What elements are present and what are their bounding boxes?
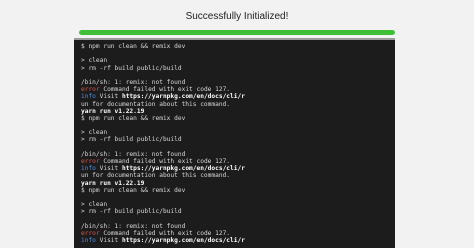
terminal-line: $ npm run clean && remix dev <box>81 43 186 50</box>
terminal-line: > clean <box>81 201 108 209</box>
terminal-line: un for documentation about this command. <box>81 172 231 180</box>
page-title: Successfully Initialized! <box>185 11 289 22</box>
terminal-line: > clean <box>81 129 108 137</box>
docs-link[interactable]: https://yarnpkg.com/en/docs/cli/r <box>122 237 245 244</box>
info-tag: info <box>81 93 96 101</box>
info-tag: info <box>81 237 96 245</box>
terminal-line: yarn run v1.22.19 <box>81 179 145 187</box>
terminal-line: info Visit https://yarnpkg.com/en/docs/c… <box>81 93 388 100</box>
terminal-line: > rm -rf build public/build <box>81 64 182 72</box>
progress-bar <box>79 30 395 35</box>
terminal-line: un for documentation about this command. <box>81 100 231 108</box>
terminal-line: $ npm run clean && remix dev <box>81 186 186 194</box>
line-message: Visit <box>95 237 122 245</box>
progress-bar-fill <box>79 30 395 35</box>
terminal-line: /bin/sh: 1: remix: not found <box>81 222 186 230</box>
line-message: Visit <box>95 165 122 173</box>
terminal-line: info Visit https://yarnpkg.com/en/docs/c… <box>81 237 388 244</box>
terminal-line: > rm -rf build public/build <box>81 136 182 144</box>
error-tag: error <box>81 158 100 165</box>
line-message: Command failed with exit code 127. <box>99 229 231 237</box>
terminal-line: error Command failed with exit code 127. <box>81 230 388 237</box>
terminal-line: > rm -rf build public/build <box>81 208 182 216</box>
error-tag: error <box>81 229 100 237</box>
docs-link[interactable]: https://yarnpkg.com/en/docs/cli/r <box>122 165 245 172</box>
info-tag: info <box>81 165 96 173</box>
line-message: Visit <box>95 93 122 101</box>
terminal-line: $ npm run clean && remix dev <box>81 114 186 122</box>
terminal-output[interactable]: $ npm run clean && remix dev > clean > rm … <box>74 38 395 248</box>
terminal-line: /bin/sh: 1: remix: not found <box>81 150 186 158</box>
line-message: Command failed with exit code 127. <box>99 158 231 165</box>
terminal-line: > clean <box>81 57 108 65</box>
terminal-line: /bin/sh: 1: remix: not found <box>81 78 186 86</box>
terminal-line: info Visit https://yarnpkg.com/en/docs/c… <box>81 165 388 172</box>
docs-link[interactable]: https://yarnpkg.com/en/docs/cli/r <box>122 93 245 100</box>
terminal-line: yarn run v1.22.19 <box>81 107 145 115</box>
